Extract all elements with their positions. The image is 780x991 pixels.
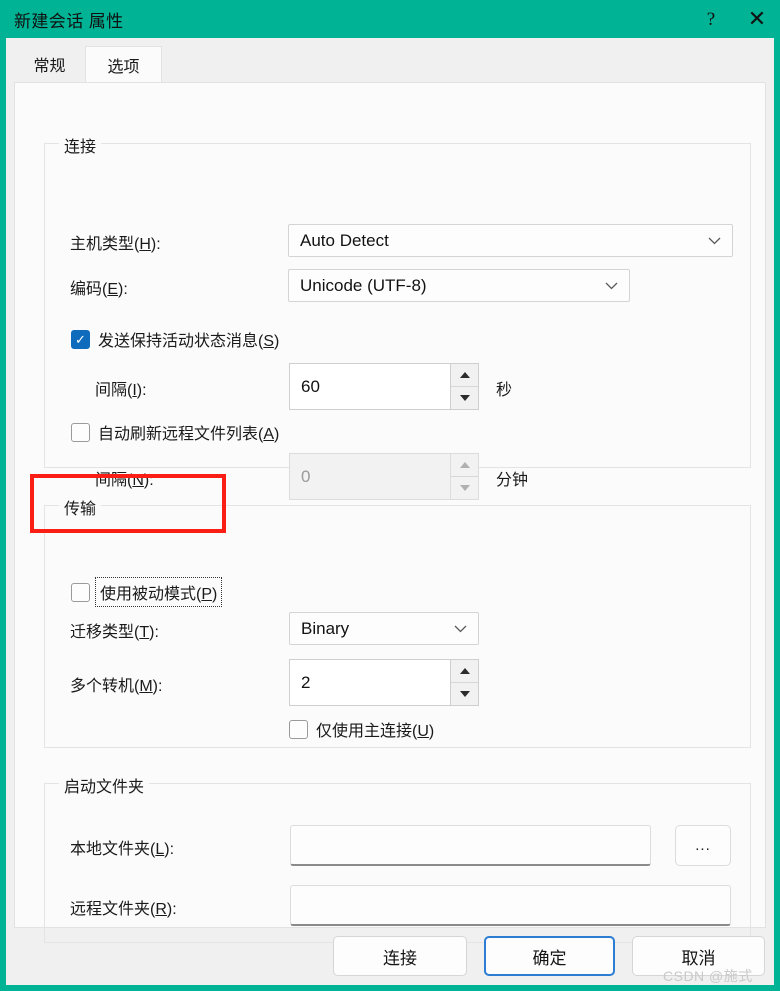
transfer-type-label: 迁移类型(T): — [70, 624, 159, 641]
spinner-down-button[interactable] — [451, 387, 478, 409]
close-icon: ✕ — [747, 6, 767, 31]
autorefresh-accelerator: A — [263, 426, 275, 443]
group-connection-title: 连接 — [59, 133, 102, 157]
local-folder-label: 本地文件夹(L): — [70, 841, 175, 858]
autorefresh-interval-unit: 分钟 — [496, 472, 529, 489]
remote-folder-accelerator: R — [155, 901, 167, 918]
tab-general[interactable]: 常规 — [14, 46, 85, 82]
autorefresh-label: 自动刷新远程文件列表(A) — [98, 426, 280, 443]
multiple-transfers-value[interactable]: 2 — [290, 660, 450, 705]
spinner-up-button — [451, 454, 478, 477]
tab-options[interactable]: 选项 — [85, 46, 162, 82]
connect-button[interactable]: 连接 — [333, 936, 467, 976]
keepalive-label: 发送保持活动状态消息(S) — [98, 333, 280, 350]
multiple-transfers-label: 多个转机(M): — [70, 678, 163, 695]
triangle-down-icon — [459, 395, 470, 401]
keepalive-checkbox[interactable]: ✓ — [71, 329, 90, 349]
keepalive-interval-unit: 秒 — [496, 382, 513, 399]
close-button[interactable]: ✕ — [734, 0, 780, 38]
encoding-combobox[interactable]: Unicode (UTF-8) — [288, 269, 630, 302]
chevron-down-icon — [454, 624, 467, 633]
autorefresh-interval-label: 间隔(N): — [95, 472, 154, 489]
keepalive-interval-value[interactable]: 60 — [290, 364, 450, 409]
watermark: CSDN @施式 — [663, 968, 753, 984]
tab-general-label: 常规 — [33, 58, 66, 75]
host-type-combobox[interactable]: Auto Detect — [288, 224, 733, 257]
group-startup-title: 启动文件夹 — [59, 773, 150, 797]
autorefresh-interval-accelerator: N — [132, 472, 144, 489]
spinner-up-button[interactable] — [451, 364, 478, 387]
group-transfer-title: 传输 — [59, 495, 102, 519]
keepalive-interval-spin-buttons — [450, 364, 478, 409]
triangle-down-icon — [459, 691, 470, 697]
encoding-value: Unicode (UTF-8) — [300, 275, 427, 295]
remote-folder-label: 远程文件夹(R): — [70, 901, 177, 918]
passive-mode-checkbox[interactable] — [71, 582, 90, 602]
question-mark-icon: ? — [706, 8, 716, 30]
ok-button[interactable]: 确定 — [484, 936, 615, 976]
ok-button-label: 确定 — [532, 948, 567, 968]
autorefresh-checkbox-row[interactable]: 自动刷新远程文件列表(A) — [71, 420, 279, 444]
cancel-button-label: 取消 — [681, 948, 716, 968]
host-type-value: Auto Detect — [300, 230, 389, 250]
chevron-down-icon — [708, 236, 721, 245]
triangle-up-icon — [459, 668, 470, 674]
transfer-type-accelerator: T — [139, 624, 150, 641]
remote-folder-input[interactable] — [290, 885, 731, 926]
passive-mode-checkbox-row[interactable]: 使用被动模式(P) — [71, 577, 223, 607]
checkmark-icon: ✓ — [75, 331, 86, 347]
host-type-label: 主机类型(H): — [70, 236, 161, 253]
main-connection-only-checkbox-row[interactable]: 仅使用主连接(U) — [289, 717, 434, 741]
multiple-transfers-spinner[interactable]: 2 — [289, 659, 479, 706]
tab-options-label: 选项 — [107, 58, 140, 76]
tab-page-options: 连接 主机类型(H): Auto Detect 编码(E): Unicode (… — [14, 82, 766, 943]
keepalive-interval-spinner[interactable]: 60 — [289, 363, 479, 410]
main-connection-only-accelerator: U — [417, 723, 429, 740]
host-type-accelerator: H — [139, 236, 151, 253]
transfer-type-value: Binary — [301, 618, 350, 638]
session-properties-dialog: 新建会话 属性 ? ✕ 常规 选项 连接 主机类型(H): Auto Detec… — [0, 0, 780, 991]
encoding-accelerator: E — [107, 281, 119, 298]
main-connection-only-label: 仅使用主连接(U) — [316, 723, 435, 740]
connect-button-label: 连接 — [383, 948, 417, 968]
multiple-transfers-spin-buttons — [450, 660, 478, 705]
triangle-down-icon — [459, 485, 470, 491]
autorefresh-interval-spinner: 0 — [289, 453, 479, 500]
triangle-up-icon — [459, 372, 470, 378]
tab-strip: 常规 选项 — [14, 46, 766, 82]
help-button[interactable]: ? — [688, 0, 734, 38]
local-folder-browse-button[interactable]: ... — [675, 825, 731, 866]
spinner-down-button[interactable] — [451, 683, 478, 705]
window-title: 新建会话 属性 — [14, 11, 124, 31]
triangle-up-icon — [459, 462, 470, 468]
keepalive-checkbox-row[interactable]: ✓ 发送保持活动状态消息(S) — [71, 327, 279, 351]
title-bar: 新建会话 属性 ? ✕ — [0, 0, 780, 38]
ellipsis-icon: ... — [695, 837, 711, 854]
autorefresh-interval-value: 0 — [301, 466, 311, 486]
local-folder-accelerator: L — [155, 841, 165, 858]
encoding-label: 编码(E): — [70, 281, 128, 298]
main-connection-only-checkbox[interactable] — [289, 719, 308, 739]
dialog-client-area: 常规 选项 连接 主机类型(H): Auto Detect 编码(E): Uni… — [6, 38, 774, 985]
passive-mode-accelerator: P — [201, 586, 213, 603]
chevron-down-icon — [605, 281, 618, 290]
multiple-transfers-accelerator: M — [139, 678, 153, 695]
keepalive-accelerator: S — [263, 333, 275, 350]
spinner-up-button[interactable] — [451, 660, 478, 683]
local-folder-input[interactable] — [290, 825, 651, 866]
spinner-down-button — [451, 477, 478, 499]
autorefresh-checkbox[interactable] — [71, 422, 90, 442]
transfer-type-combobox[interactable]: Binary — [289, 612, 479, 645]
keepalive-interval-label: 间隔(I): — [95, 382, 147, 399]
autorefresh-interval-spin-buttons — [450, 454, 478, 499]
passive-mode-label: 使用被动模式(P) — [94, 577, 223, 607]
